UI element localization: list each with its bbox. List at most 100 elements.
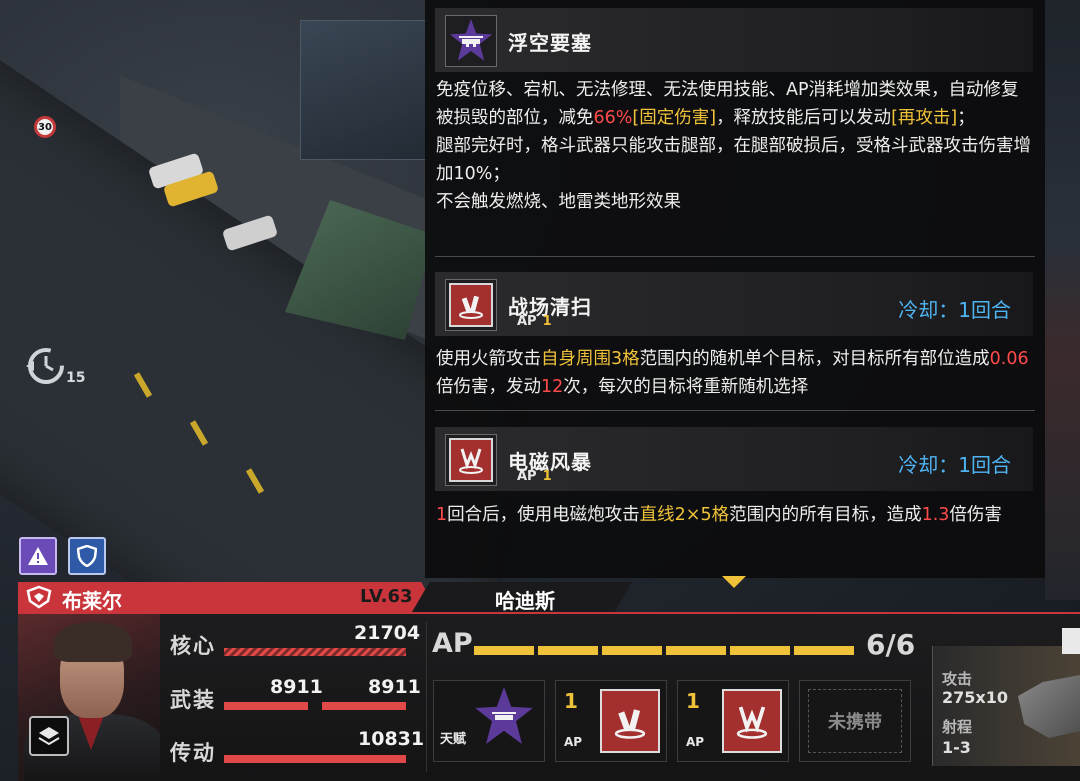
description-segment: 使用火箭攻击 xyxy=(436,349,541,369)
shield-status-button[interactable] xyxy=(68,537,106,575)
empty-slot[interactable]: 未携带 xyxy=(799,680,911,762)
armor-left-value: 8911 xyxy=(270,676,323,698)
weapon-corner-tag xyxy=(1062,628,1080,654)
description-segment: 倍伤害 xyxy=(949,505,1002,525)
skill-ap-cost: AP 1 xyxy=(517,314,552,329)
rocket-skill-icon xyxy=(600,689,660,753)
pilot-name: 布莱尔 xyxy=(62,589,122,613)
tooltip-pointer xyxy=(722,576,746,588)
divider xyxy=(435,410,1035,411)
ap-value: 1 xyxy=(542,469,552,484)
ap-label: AP xyxy=(517,469,537,484)
range-label: 射程 xyxy=(942,718,973,736)
skill-description: 使用火箭攻击自身周围3格范围内的随机单个目标，对目标所有部位造成0.06 倍伤害，… xyxy=(436,345,1036,401)
emp-skill-icon xyxy=(722,689,782,753)
emp-skill-icon xyxy=(445,434,497,486)
slot-ap-label: AP xyxy=(564,735,583,749)
aircraft-icon xyxy=(492,712,516,720)
drive-label: 传动 xyxy=(170,741,216,765)
description-segment: 次，每次的目标将重新随机选择 xyxy=(563,377,809,397)
ap-pip xyxy=(538,646,598,655)
core-value: 21704 xyxy=(354,622,421,644)
skill-cooldown: 冷却：1回合 xyxy=(898,298,1011,322)
ap-value: 1 xyxy=(542,314,552,329)
description-segment: 倍伤害，发动 xyxy=(436,377,541,397)
aircraft-icon xyxy=(459,36,483,47)
divider xyxy=(435,256,1035,257)
pilot-level: LV.63 xyxy=(360,586,413,607)
mech-name: 哈迪斯 xyxy=(495,589,555,613)
skill-header-talent: 浮空要塞 xyxy=(435,8,1033,72)
ap-label: AP xyxy=(517,314,537,329)
ap-pip xyxy=(602,646,662,655)
description-segment: 范围内的所有目标，造成 xyxy=(729,505,922,525)
empty-slot-label: 未携带 xyxy=(808,689,902,753)
warning-icon xyxy=(28,547,48,565)
description-segment: 不会触发燃烧、地雷类地形效果 xyxy=(436,192,681,212)
drive-value: 10831 xyxy=(358,728,425,750)
description-segment: [再攻击] xyxy=(891,108,958,128)
rocket-icon xyxy=(459,295,483,319)
talent-slot[interactable]: 天赋 xyxy=(433,680,545,762)
skill-description: 1回合后，使用电磁炮攻击直线2×5格范围内的所有目标，造成1.3倍伤害 xyxy=(436,501,1036,529)
armor-label: 武装 xyxy=(170,688,216,712)
warning-status-button[interactable] xyxy=(19,537,57,575)
layers-icon xyxy=(38,727,60,746)
slot-label: 天赋 xyxy=(440,732,467,747)
talent-icon xyxy=(475,687,533,744)
portrait-hair xyxy=(54,622,132,662)
description-segment: 腿部完好时，格斗武器只能攻击腿部，在腿部破损后，受格斗武器攻击伤害增加10%； xyxy=(436,136,1031,184)
description-segment: 1 xyxy=(436,505,448,525)
ap-count: 6/6 xyxy=(866,628,916,661)
armor-right-bar xyxy=(322,702,406,710)
skill-tooltip: 浮空要塞 免疫位移、宕机、无法修理、无法使用技能、AP消耗增加类效果，自动修复被… xyxy=(425,0,1045,578)
drive-bar xyxy=(224,755,406,763)
skill-slot-sweep[interactable]: 1 AP xyxy=(555,680,667,762)
rocket-skill-icon xyxy=(445,279,497,331)
map-edge xyxy=(1045,0,1080,600)
lightning-icon xyxy=(459,448,483,474)
speed-limit-sign: 30 xyxy=(34,116,56,138)
slot-ap-cost: 1 xyxy=(564,689,578,713)
description-segment: [固定伤害] xyxy=(632,108,717,128)
layers-button[interactable] xyxy=(29,716,69,756)
description-segment: ，释放技能后可以发动 xyxy=(716,108,892,128)
description-segment: 直线2×5格 xyxy=(639,505,730,525)
ap-pip xyxy=(794,646,854,655)
lightning-icon xyxy=(736,706,768,739)
skill-ap-cost: AP 1 xyxy=(517,469,552,484)
description-segment: 范围内的随机单个目标，对目标所有部位造成 xyxy=(639,349,990,369)
armor-left-bar xyxy=(224,702,308,710)
skill-slot-emp[interactable]: 1 AP xyxy=(677,680,789,762)
attack-label: 攻击 xyxy=(942,670,973,688)
description-segment: 自身周围3格 xyxy=(541,349,640,369)
turn-timer-icon xyxy=(26,348,64,384)
ap-pip xyxy=(666,646,726,655)
range-value: 1-3 xyxy=(942,738,971,757)
attack-value: 275x10 xyxy=(942,688,1008,707)
skill-header-sweep: 战场清扫 AP 1 冷却：1回合 xyxy=(435,272,1033,336)
description-segment: 12 xyxy=(541,377,564,397)
timer-value: 15 xyxy=(66,370,86,386)
skill-header-emp: 电磁风暴 AP 1 冷却：1回合 xyxy=(435,427,1033,491)
talent-skill-icon xyxy=(445,15,497,67)
core-label: 核心 xyxy=(170,634,216,658)
skill-name: 浮空要塞 xyxy=(508,31,592,55)
building xyxy=(300,20,430,160)
description-segment: ； xyxy=(957,108,975,128)
faction-emblem-icon xyxy=(26,585,52,609)
rocket-icon xyxy=(614,709,646,739)
description-segment: 1.3 xyxy=(921,505,950,525)
skill-description: 免疫位移、宕机、无法修理、无法使用技能、AP消耗增加类效果，自动修复被损毁的部位… xyxy=(436,76,1036,216)
slot-ap-label: AP xyxy=(686,735,705,749)
ap-pip xyxy=(730,646,790,655)
skill-cooldown: 冷却：1回合 xyxy=(898,453,1011,477)
shield-icon xyxy=(77,545,97,567)
ap-pip xyxy=(474,646,534,655)
armor-right-value: 8911 xyxy=(368,676,421,698)
description-segment: 66% xyxy=(593,108,633,128)
slot-ap-cost: 1 xyxy=(686,689,700,713)
core-bar xyxy=(224,648,406,656)
description-segment: 回合后，使用电磁炮攻击 xyxy=(447,505,640,525)
ap-label: AP xyxy=(432,628,473,659)
